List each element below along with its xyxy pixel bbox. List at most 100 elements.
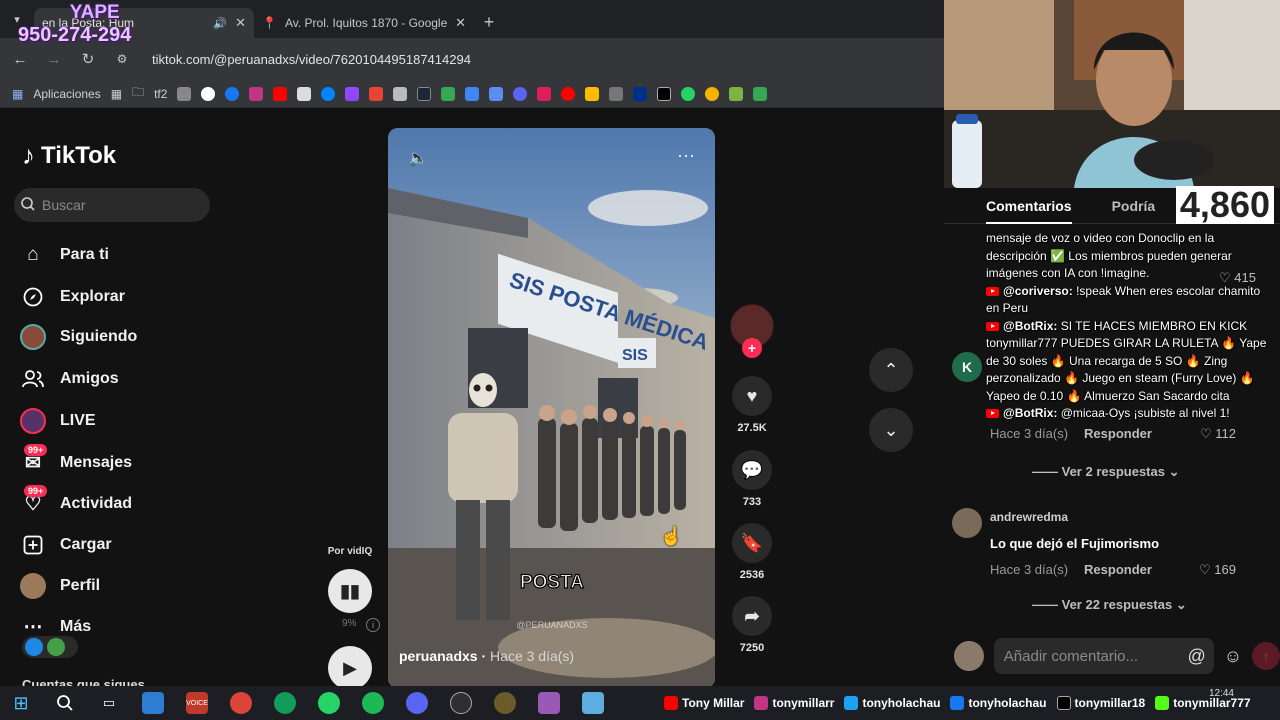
task-view-icon[interactable]: ▭ (98, 692, 120, 714)
comment-action[interactable]: 💬 733 (732, 450, 772, 508)
sidebar-item-live[interactable]: LIVE (20, 408, 96, 434)
like-action[interactable]: ♥ 27.5K (732, 376, 772, 434)
discord-icon[interactable] (406, 692, 428, 714)
sidebar-item-mensajes[interactable]: ✉ 99+ Mensajes (20, 444, 132, 476)
bookmark-icon[interactable]: 🔖 (732, 523, 772, 563)
back-icon[interactable]: ← (10, 51, 30, 68)
share-icon[interactable]: ➦ (732, 596, 772, 636)
slack-icon[interactable] (537, 86, 552, 101)
twitch-icon[interactable] (345, 86, 360, 101)
search-icon[interactable] (54, 692, 76, 714)
comment-input[interactable]: Añadir comentario... @ (993, 638, 1214, 674)
app-icon[interactable] (494, 692, 516, 714)
whatsapp-icon[interactable] (681, 86, 696, 101)
site-info-icon[interactable]: ⚙ (112, 52, 132, 66)
bookmark-icon[interactable] (393, 86, 408, 101)
folder-icon[interactable]: 🗀 (132, 83, 144, 104)
tab-podria[interactable]: Podría (1112, 198, 1156, 214)
messenger-icon[interactable] (321, 86, 336, 101)
share-action[interactable]: ➦ 7250 (732, 596, 772, 654)
comment-icon[interactable]: 💬 (732, 450, 772, 490)
bookmark-icon[interactable] (177, 86, 192, 101)
app-icon[interactable] (142, 692, 164, 714)
mute-icon[interactable]: 🔈 (408, 148, 428, 168)
bookmark-folder[interactable]: tf2 (154, 87, 167, 101)
next-video-button[interactable]: ⌄ (869, 408, 913, 452)
system-clock[interactable]: 12:44 (1209, 688, 1234, 699)
chat-text: @micaa-Oys ¡subiste al nivel 1! (1057, 406, 1230, 420)
drive-icon[interactable] (585, 86, 600, 101)
follow-plus-icon[interactable]: + (742, 338, 762, 358)
url-input[interactable]: tiktok.com/@peruanadxs/video/76201044951… (152, 52, 471, 67)
play-button[interactable]: ▶ (328, 646, 372, 690)
sidebar-item-explorar[interactable]: Explorar (20, 284, 125, 310)
sidebar-item-amigos[interactable]: Amigos (20, 366, 119, 392)
bookmark-icon[interactable] (609, 86, 624, 101)
reply-button[interactable]: Responder (1084, 562, 1152, 577)
chrome-icon[interactable] (230, 692, 252, 714)
mention-icon[interactable]: @ (1188, 646, 1206, 667)
tab-comentarios[interactable]: Comentarios (986, 198, 1072, 224)
sidebar-item-actividad[interactable]: ♡ 99+ Actividad (20, 485, 132, 517)
save-action[interactable]: 🔖 2536 (732, 523, 772, 581)
video-menu-icon[interactable]: ⋯ (677, 146, 695, 167)
whatsapp-icon[interactable] (318, 692, 340, 714)
emoji-icon[interactable]: ☺ (1224, 646, 1242, 667)
video-player[interactable]: SIS POSTA MÉDICA SIS POSTA @PERUANADXS 🔈… (388, 128, 715, 688)
youtube-icon[interactable] (273, 86, 288, 101)
tab-close-icon[interactable]: ✕ (235, 15, 246, 31)
youtube-music-icon[interactable] (561, 86, 576, 101)
send-button[interactable]: ↑ (1252, 642, 1280, 670)
tiktok-icon[interactable] (657, 86, 672, 101)
bookmark-icon[interactable] (705, 86, 720, 101)
translate-icon[interactable] (489, 86, 504, 101)
tab-close-icon[interactable]: ✕ (455, 15, 466, 31)
translate-icon[interactable] (465, 86, 480, 101)
maps-icon[interactable] (441, 86, 456, 101)
windows-start-icon[interactable]: ⊞ (10, 692, 32, 714)
new-tab-button[interactable]: + (474, 12, 504, 33)
sidebar-item-para-ti[interactable]: ⌂ Para ti (20, 242, 109, 268)
prev-video-button[interactable]: ⌃ (869, 348, 913, 392)
tiktok-logo[interactable]: ♪ TikTok (22, 140, 116, 171)
comment-like-button[interactable]: ♡ 169 (1199, 562, 1236, 578)
spotify-icon[interactable] (362, 692, 384, 714)
obs-icon[interactable] (450, 692, 472, 714)
google-icon[interactable] (201, 86, 216, 101)
comment-like-button[interactable]: ♡ 112 (1200, 426, 1236, 442)
info-icon[interactable]: i (366, 618, 380, 632)
commenter-avatar[interactable] (952, 508, 982, 538)
grid-icon[interactable]: ▦ (111, 87, 122, 101)
commenter-avatar[interactable]: K (952, 352, 982, 382)
voicemod-icon[interactable]: VOICE (186, 692, 208, 714)
steam-icon[interactable] (417, 86, 432, 101)
app-icon[interactable] (582, 692, 604, 714)
bookmark-icon[interactable] (753, 86, 768, 101)
heart-icon[interactable]: ♥ (732, 376, 772, 416)
sidebar-item-siguiendo[interactable]: Siguiendo (20, 324, 137, 350)
reply-button[interactable]: Responder (1084, 426, 1152, 441)
view-replies-button[interactable]: —— Ver 22 respuestas ⌄ (1032, 597, 1187, 613)
app-icon[interactable] (538, 692, 560, 714)
bookmark-icon[interactable] (729, 86, 744, 101)
vidiq-toggle[interactable] (22, 636, 78, 658)
sidebar-item-cargar[interactable]: Cargar (20, 532, 112, 558)
bookmark-icon[interactable] (297, 86, 312, 101)
view-replies-button[interactable]: —— Ver 2 respuestas ⌄ (1032, 464, 1180, 480)
sidebar-item-perfil[interactable]: Perfil (20, 573, 100, 599)
vidiq-stats-button[interactable]: ▮▮ (328, 569, 372, 613)
bookmark-apps[interactable]: Aplicaciones (33, 87, 100, 101)
apps-icon[interactable]: ▦ (12, 87, 23, 101)
video-author[interactable]: peruanadxs (399, 648, 478, 664)
search-input[interactable]: Buscar (14, 188, 210, 222)
facebook-icon[interactable] (225, 86, 240, 101)
instagram-icon[interactable] (249, 86, 264, 101)
forward-icon[interactable]: → (44, 51, 64, 68)
discord-icon[interactable] (513, 86, 528, 101)
chrome-icon[interactable] (274, 692, 296, 714)
tab-maps[interactable]: 📍 Av. Prol. Iquitos 1870 - Google ✕ (254, 8, 474, 38)
comment-username[interactable]: andrewredma (990, 510, 1068, 524)
gmail-icon[interactable] (369, 86, 384, 101)
paypal-icon[interactable] (633, 86, 648, 101)
reload-icon[interactable]: ↻ (78, 50, 98, 68)
